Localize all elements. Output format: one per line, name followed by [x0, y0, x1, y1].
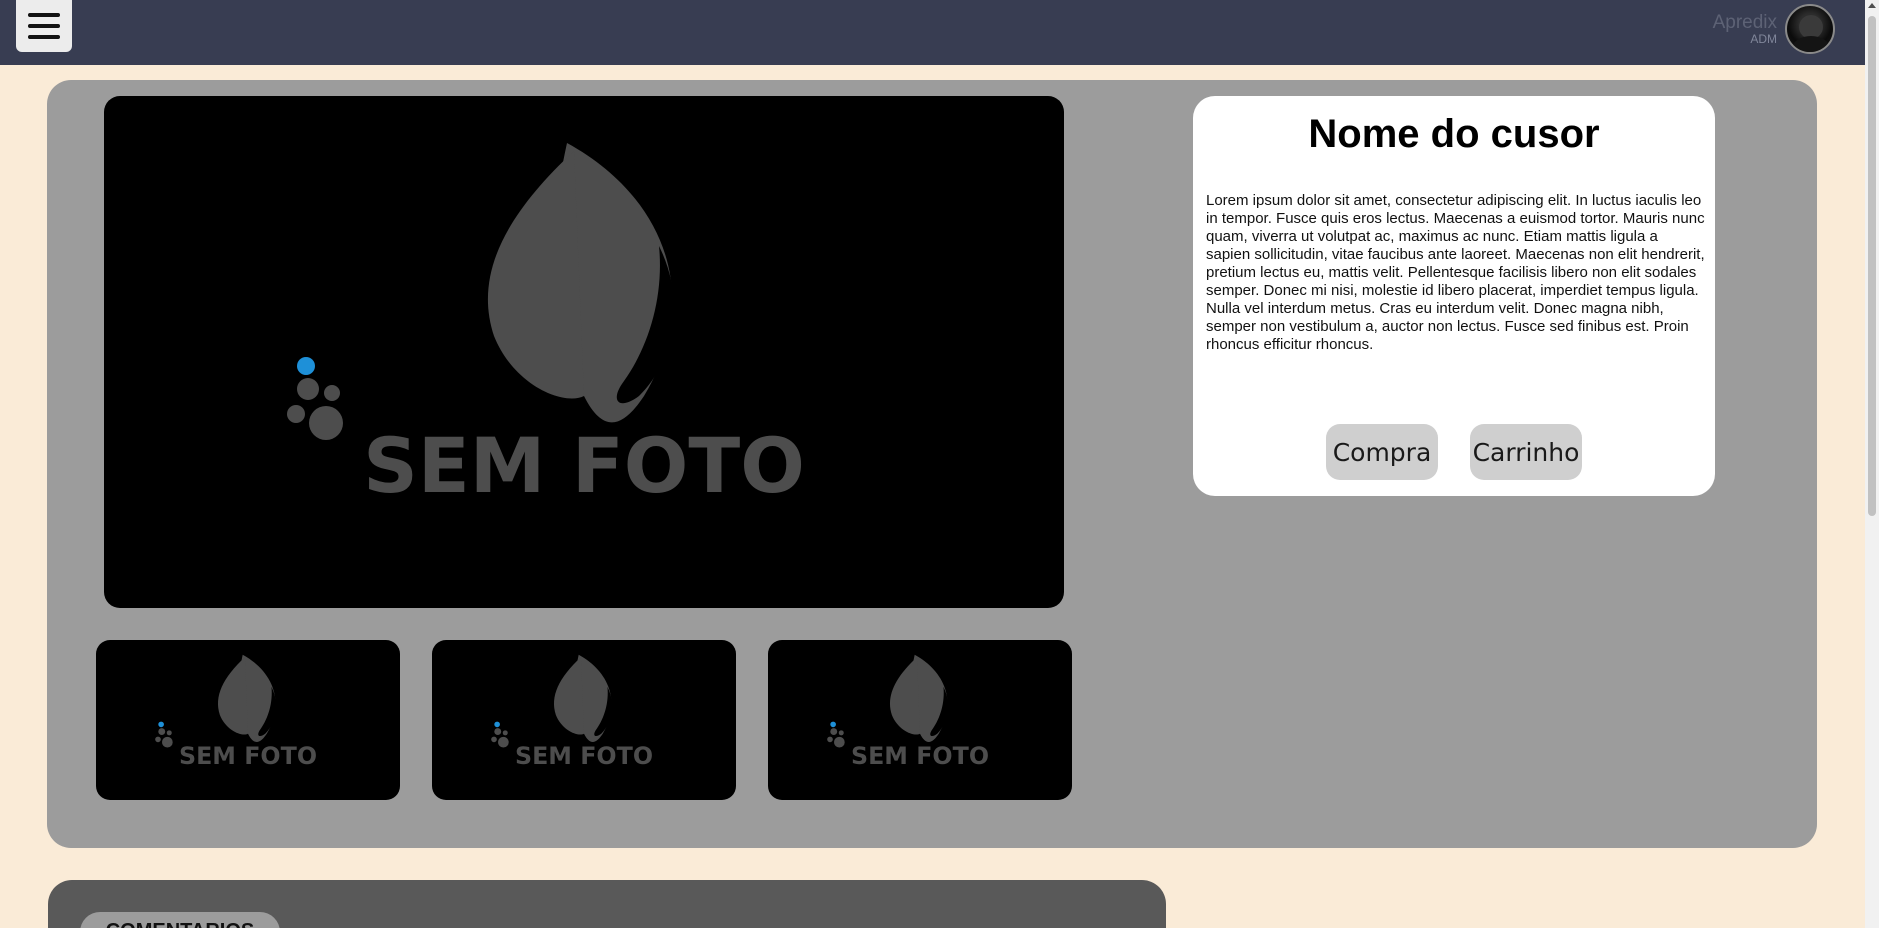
- user-role: ADM: [1750, 31, 1777, 46]
- thumbnail-1[interactable]: SEM FOTO: [96, 640, 400, 800]
- flame-logo-icon: SEM FOTO: [287, 143, 805, 510]
- bubble: [166, 730, 172, 736]
- bubble: [502, 730, 508, 736]
- avatar[interactable]: [1785, 4, 1835, 54]
- menu-line: [28, 35, 60, 39]
- bubble-accent: [494, 721, 500, 728]
- bubble: [830, 728, 838, 735]
- bubble-accent: [158, 721, 164, 728]
- placeholder-text: SEM FOTO: [363, 421, 805, 510]
- flame-shape: [217, 657, 248, 735]
- bubble: [297, 378, 319, 400]
- course-info-card: Nome do cusor Lorem ipsum dolor sit amet…: [1193, 96, 1715, 496]
- bubble: [155, 736, 161, 743]
- bubble: [287, 405, 305, 423]
- bubble: [158, 728, 166, 735]
- comments-panel: comentarios: [48, 880, 1166, 928]
- bubble: [324, 385, 340, 401]
- comments-tab[interactable]: comentarios: [80, 912, 280, 928]
- bubble: [162, 736, 173, 748]
- thumbnail-2[interactable]: SEM FOTO: [432, 640, 736, 800]
- flame-logo-icon: SEM FOTO: [155, 654, 317, 770]
- thumbnail-3[interactable]: SEM FOTO: [768, 640, 1072, 800]
- flame-shape: [889, 657, 920, 735]
- flame-logo-icon: SEM FOTO: [827, 654, 989, 770]
- user-info: Apredix ADM: [1712, 11, 1777, 46]
- menu-line: [28, 13, 60, 17]
- main-product-photo: SEM FOTO: [104, 96, 1064, 608]
- flame-logo-icon: SEM FOTO: [491, 654, 653, 770]
- bubble: [309, 406, 343, 440]
- user-name: Apredix: [1712, 11, 1777, 33]
- flame-shape: [553, 657, 584, 735]
- cart-button[interactable]: Carrinho: [1470, 424, 1582, 480]
- page-scrollbar[interactable]: [1865, 0, 1879, 928]
- bubble: [827, 736, 833, 743]
- bubble-accent: [297, 357, 315, 375]
- flame-shape: [487, 151, 584, 399]
- bubble: [834, 736, 845, 748]
- placeholder-text: SEM FOTO: [179, 742, 317, 770]
- bubble-accent: [830, 721, 836, 728]
- bubble: [491, 736, 497, 743]
- bubble: [498, 736, 509, 748]
- course-description: Lorem ipsum dolor sit amet, consectetur …: [1206, 192, 1705, 353]
- placeholder-text: SEM FOTO: [851, 742, 989, 770]
- course-title: Nome do cusor: [1308, 112, 1600, 156]
- hamburger-menu-icon[interactable]: [16, 0, 72, 52]
- user-profile[interactable]: Apredix ADM: [1713, 4, 1835, 54]
- scrollbar-thumb[interactable]: [1868, 16, 1876, 516]
- scroll-up-icon[interactable]: [1868, 3, 1876, 8]
- bubble: [838, 730, 844, 736]
- menu-line: [28, 24, 60, 28]
- top-navigation-bar: Apredix ADM: [0, 0, 1865, 65]
- product-panel: SEM FOTO SEM FOTO SEM FOTO SEM FOTO Nome…: [47, 80, 1817, 848]
- buy-button[interactable]: Compra: [1326, 424, 1438, 480]
- bubble: [494, 728, 502, 735]
- placeholder-text: SEM FOTO: [515, 742, 653, 770]
